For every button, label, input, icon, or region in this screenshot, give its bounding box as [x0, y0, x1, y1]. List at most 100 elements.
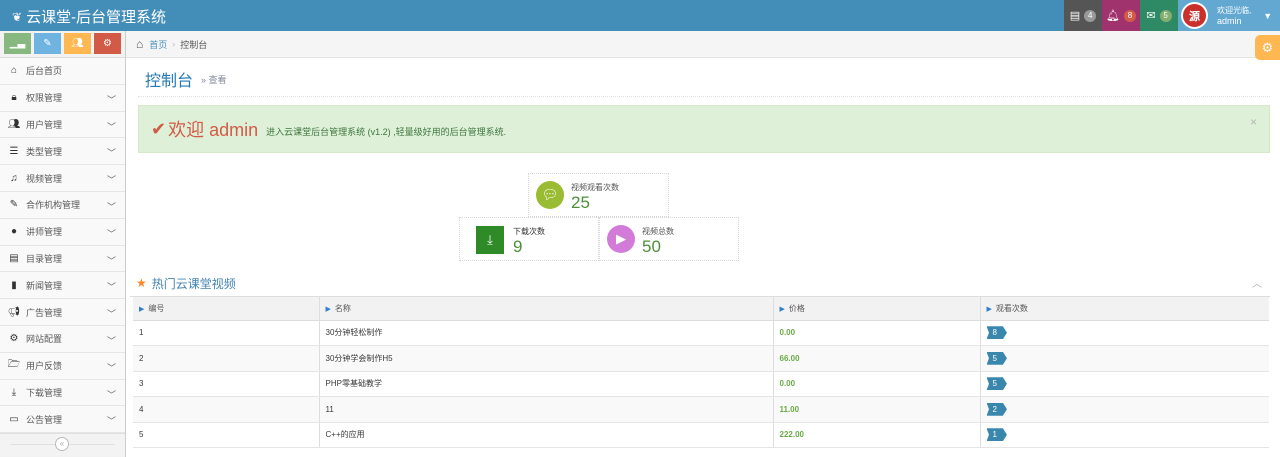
infobox-downloads: ⤓ 下载次数 9 — [459, 217, 599, 261]
infobox-views: 💬︎ 视频观看次数 25 — [528, 173, 669, 217]
sidebar-item-permissions[interactable]: 🔒︎ 权限管理 ﹀ — [0, 84, 125, 112]
video-camera-icon: ▶ — [607, 225, 635, 253]
views-badge: 5 — [986, 377, 1007, 391]
notifications-button[interactable]: 🔔︎ 8 — [1102, 0, 1140, 31]
user-name: admin — [1217, 15, 1242, 26]
shortcut-stats-button[interactable]: ▁▃ — [4, 33, 31, 54]
group-icon: 👥︎ — [71, 38, 84, 49]
sidebar-item-feedback[interactable]: 🗁 用户反馈 ﹀ — [0, 352, 125, 380]
sidebar-collapse-bar: « — [0, 433, 125, 456]
cell-name: C++的应用 — [318, 422, 773, 448]
star-icon: ★ — [136, 276, 147, 290]
caret-right-icon: ▶ — [986, 305, 992, 313]
cell-price: 66.00 — [772, 345, 980, 372]
sidebar-item-partners[interactable]: ✎ 合作机构管理 ﹀ — [0, 191, 125, 219]
ace-settings-button[interactable]: ⚙ — [1255, 35, 1280, 60]
chevron-down-icon: ﹀ — [106, 335, 116, 346]
chevron-up-icon[interactable]: ︿ — [1252, 275, 1262, 290]
cell-views: 2 — [979, 396, 1269, 423]
views-badge: 5 — [986, 351, 1007, 365]
sidebar-item-label: 网站配置 — [26, 334, 63, 345]
chevron-down-icon: ﹀ — [106, 148, 116, 159]
sidebar-item-downloads[interactable]: ⤓ 下载管理 ﹀ — [0, 379, 125, 407]
user-menu[interactable]: 源 欢迎光临, admin ▼ — [1178, 0, 1280, 31]
cell-id: 4 — [133, 396, 319, 423]
sidebar-item-label: 类型管理 — [26, 146, 63, 157]
signal-icon: ▁▃ — [9, 38, 26, 49]
brand-title: 云课堂-后台管理系统 — [26, 9, 167, 26]
table-row: 5 C++的应用 222.00 1 — [133, 422, 1269, 448]
users-icon: 👥︎ — [7, 118, 21, 130]
comments-icon: 💬︎ — [536, 181, 564, 209]
home-icon: ⌂ — [10, 65, 18, 77]
pencil-icon: ✎ — [43, 38, 52, 49]
home-icon: ⌂ — [136, 37, 144, 51]
brand[interactable]: ❦ 云课堂-后台管理系统 — [12, 6, 166, 27]
column-header[interactable]: ▶ 观看次数 — [979, 297, 1269, 321]
folder-open-icon: 🗁 — [7, 359, 21, 371]
infobox-value: 9 — [513, 237, 523, 256]
cogs-icon: ⚙ — [103, 38, 112, 49]
column-header[interactable]: ▶ 编号 — [133, 297, 319, 321]
views-badge: 8 — [986, 326, 1007, 340]
views-badge: 1 — [986, 428, 1007, 442]
user-icon: ● — [10, 226, 18, 238]
chevron-down-icon: ﹀ — [106, 121, 116, 132]
close-alert-button[interactable]: × — [1250, 115, 1257, 129]
tasks-badge: 4 — [1084, 9, 1097, 22]
sidebar-item-announcements[interactable]: ▭ 公告管理 ﹀ — [0, 406, 125, 434]
bullhorn-icon: 📢︎ — [7, 306, 21, 318]
hot-videos-title: 热门云课堂视频 — [151, 276, 236, 291]
caret-right-icon: ▶ — [325, 305, 331, 313]
sidebar-item-users[interactable]: 👥︎ 用户管理 ﹀ — [0, 111, 125, 139]
shortcut-edit-button[interactable]: ✎ — [34, 33, 61, 54]
page-subtitle: » 查看 — [201, 74, 227, 85]
credit-card-icon: ▭ — [9, 413, 19, 425]
cell-id: 1 — [133, 320, 319, 346]
page-title: 控制台 — [145, 73, 194, 90]
sidebar-item-catalog[interactable]: ▤ 目录管理 ﹀ — [0, 245, 125, 273]
hot-videos-header: ★ 热门云课堂视频 ︿ — [130, 270, 1270, 297]
breadcrumb: ⌂ 首页 › 控制台 ⚙ — [126, 31, 1280, 60]
sidebar-item-label: 用户反馈 — [26, 361, 63, 372]
column-header[interactable]: ▶ 名称 — [318, 297, 773, 321]
welcome-message: 进入云课堂后台管理系统 (v1.2) ,轻量级好用的后台管理系统. — [266, 126, 507, 137]
sidebar-item-types[interactable]: ☰ 类型管理 ﹀ — [0, 138, 125, 166]
sidebar-item-site-config[interactable]: ⚙ 网站配置 ﹀ — [0, 325, 125, 353]
collapse-sidebar-button[interactable]: « — [55, 437, 69, 452]
page-header: 控制台 » 查看 — [138, 62, 1270, 97]
sidebar-item-label: 视频管理 — [26, 173, 63, 184]
cell-id: 2 — [133, 345, 319, 372]
column-header[interactable]: ▶ 价格 — [772, 297, 980, 321]
cell-price: 0.00 — [772, 320, 980, 346]
sidebar-item-label: 合作机构管理 — [26, 200, 81, 211]
chevron-down-icon: ﹀ — [106, 94, 116, 105]
check-icon: ✔ — [151, 118, 167, 139]
breadcrumb-home-link[interactable]: 首页 — [149, 38, 167, 51]
chevron-down-icon: ﹀ — [106, 175, 116, 186]
breadcrumb-current: 控制台 — [180, 39, 208, 50]
table-row: 1 30分钟轻松制作 0.00 8 — [133, 320, 1269, 346]
sidebar-item-videos[interactable]: ♫ 视频管理 ﹀ — [0, 165, 125, 192]
messages-button[interactable]: ✉ 5 — [1140, 0, 1178, 31]
views-badge: 2 — [986, 402, 1007, 416]
lock-icon: 🔒︎ — [11, 92, 17, 104]
sidebar-item-news[interactable]: ▮ 新闻管理 ﹀ — [0, 272, 125, 300]
infobox-videos: ▶ 视频总数 50 — [599, 217, 739, 261]
sidebar-item-label: 广告管理 — [26, 307, 63, 318]
sidebar-item-ads[interactable]: 📢︎ 广告管理 ﹀ — [0, 299, 125, 326]
shortcut-users-button[interactable]: 👥︎ — [64, 33, 91, 54]
caret-right-icon: ▶ — [139, 305, 145, 313]
leaf-icon: ❦ — [12, 9, 23, 24]
user-greeting: 欢迎光临, — [1217, 5, 1252, 15]
table-row: 3 PHP零基础教学 0.00 5 — [133, 371, 1269, 397]
double-left-icon: « — [59, 439, 65, 449]
tasks-button[interactable]: ▤ 4 — [1064, 0, 1102, 31]
sidebar-item-label: 用户管理 — [26, 119, 63, 130]
sidebar-item-teachers[interactable]: ● 讲师管理 ﹀ — [0, 218, 125, 246]
shortcut-settings-button[interactable]: ⚙ — [94, 33, 121, 54]
list-alt-icon: ▤ — [9, 252, 19, 264]
infobox-label: 视频总数 — [642, 227, 674, 236]
sidebar-item-home[interactable]: ⌂ 后台首页 — [0, 58, 125, 85]
breadcrumb-separator: › — [172, 39, 176, 49]
